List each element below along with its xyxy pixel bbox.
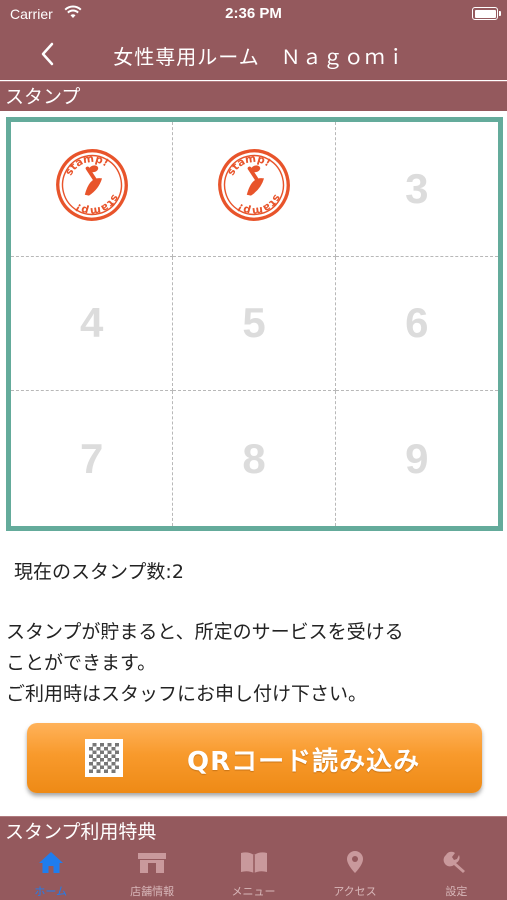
tab-label: アクセス: [333, 885, 377, 898]
stamp-cell-number: 8: [242, 434, 266, 482]
tab-label: 設定: [445, 885, 468, 898]
qr-code-icon: [85, 739, 123, 777]
stamp-cell: 4: [11, 256, 174, 392]
tab-access[interactable]: アクセス: [304, 842, 405, 900]
tab-settings[interactable]: 設定: [406, 842, 507, 900]
stamp-section-header: スタンプ: [0, 81, 507, 111]
stamp-info: スタンプが貯まると、所定のサービスを受ける ことができます。 ご利用時はスタッフ…: [6, 617, 504, 710]
stamp-cell-number: 6: [405, 299, 429, 347]
stamp-cell: 7: [11, 391, 174, 526]
stamp-cell: stamp! stamp!: [173, 122, 336, 257]
info-line: スタンプが貯まると、所定のサービスを受ける: [6, 621, 404, 643]
stamp-seal-icon: stamp!stamp!: [55, 147, 128, 222]
info-line: ご利用時はスタッフにお申し付け下さい。: [6, 683, 368, 705]
page-title: 女性専用ルーム Ｎａｇｏｍｉ: [113, 45, 407, 69]
map-pin-icon: [346, 851, 363, 873]
stamp-cell: stamp! stamp!: [11, 122, 174, 257]
stamp-cell-number: 7: [79, 434, 104, 482]
qr-scan-button-label: QRコード読み込み: [187, 747, 421, 777]
clock: 2:36 PM: [225, 5, 282, 22]
status-bar: Carrier 2:36 PM: [0, 0, 507, 28]
tab-label: ホーム: [34, 885, 68, 898]
stamp-cell-number: 4: [79, 299, 104, 347]
stamp-cell: 5: [173, 256, 336, 392]
tab-label: 店舗情報: [130, 885, 175, 898]
tab-label: メニュー: [231, 885, 276, 898]
benefits-section-header: スタンプ利用特典: [0, 816, 507, 843]
tab-bar: ホーム 店舗情報 メニュー アクセス 設定: [0, 842, 507, 900]
home-icon: [38, 852, 63, 873]
tab-menu[interactable]: メニュー: [203, 842, 304, 900]
stamp-cell: 6: [335, 257, 498, 392]
stamp-seal-icon: stamp!stamp!: [218, 147, 290, 222]
qr-scan-button[interactable]: QRコード読み込み: [27, 723, 482, 793]
stamp-cell: 3: [335, 122, 498, 257]
stamp-cell-number: 5: [242, 299, 266, 347]
store-icon: [138, 853, 167, 873]
navigation-bar: 女性専用ルーム Ｎａｇｏｍｉ: [0, 28, 507, 80]
info-line: ことができます。: [6, 652, 157, 674]
stamp-cell-number: 3: [405, 164, 429, 212]
book-icon: [240, 852, 267, 873]
stamp-card: stamp! stamp! stamp! stamp! 3 4 5 6 7 8 9: [6, 117, 503, 531]
stamp-grid: stamp! stamp! stamp! stamp! 3 4 5 6 7 8 9: [11, 122, 498, 526]
stamp-count: 現在のスタンプ数:2: [14, 561, 184, 583]
battery-icon: [472, 7, 501, 20]
tab-store-info[interactable]: 店舗情報: [101, 842, 202, 900]
wrench-icon: [443, 851, 466, 873]
tab-home[interactable]: ホーム: [0, 842, 101, 900]
stamp-cell-number: 9: [405, 434, 429, 482]
stamp-cell: 9: [336, 391, 498, 526]
stamp-cell: 8: [173, 391, 336, 526]
